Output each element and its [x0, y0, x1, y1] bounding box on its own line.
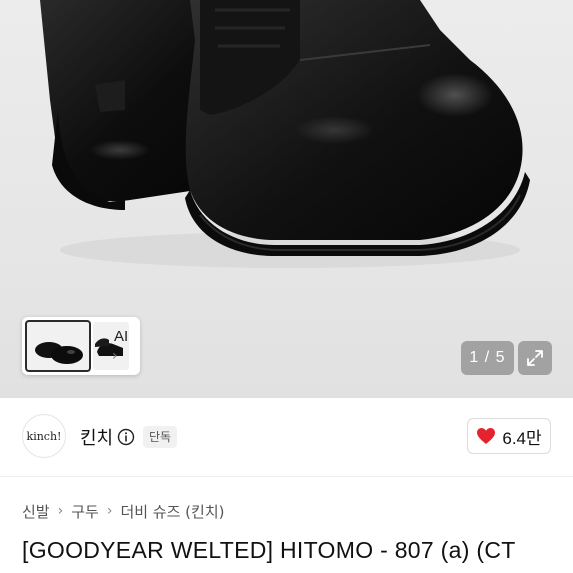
info-icon[interactable] [117, 428, 135, 446]
expand-icon [527, 350, 543, 366]
like-button[interactable]: 6.4만 [467, 418, 551, 454]
chevron-right-icon[interactable]: › [112, 348, 118, 364]
breadcrumb-item-dress-shoes[interactable]: 구두 [71, 501, 99, 522]
thumbnail-selected[interactable] [25, 320, 91, 372]
seller-avatar[interactable]: kinch! [22, 414, 66, 458]
breadcrumb-item-derby-shoes[interactable]: 더비 슈즈 (킨치) [120, 501, 224, 522]
breadcrumb: 신발 › 구두 › 더비 슈즈 (킨치) [22, 500, 224, 522]
thumbnail-strip[interactable] [22, 317, 140, 375]
heart-icon [477, 428, 496, 444]
ai-label[interactable]: AI [114, 328, 128, 345]
chevron-right-icon: › [57, 503, 64, 519]
like-count: 6.4만 [502, 428, 542, 448]
seller-name[interactable]: 킨치 [80, 424, 113, 450]
product-title: [GOODYEAR WELTED] HITOMO - 807 (a) (CT [22, 537, 516, 563]
chevron-right-icon: › [106, 503, 113, 519]
exclusive-badge: 단독 [143, 426, 178, 448]
seller-row: kinch! 킨치 단독 6.4만 [0, 398, 573, 476]
thumbnail-shoes-icon [35, 342, 83, 364]
image-page-counter: 1 / 5 [461, 341, 514, 375]
expand-button[interactable] [518, 341, 552, 375]
product-image[interactable]: AI › 1 / 5 [0, 0, 573, 398]
breadcrumb-item-shoes[interactable]: 신발 [22, 501, 50, 522]
divider [0, 476, 573, 477]
